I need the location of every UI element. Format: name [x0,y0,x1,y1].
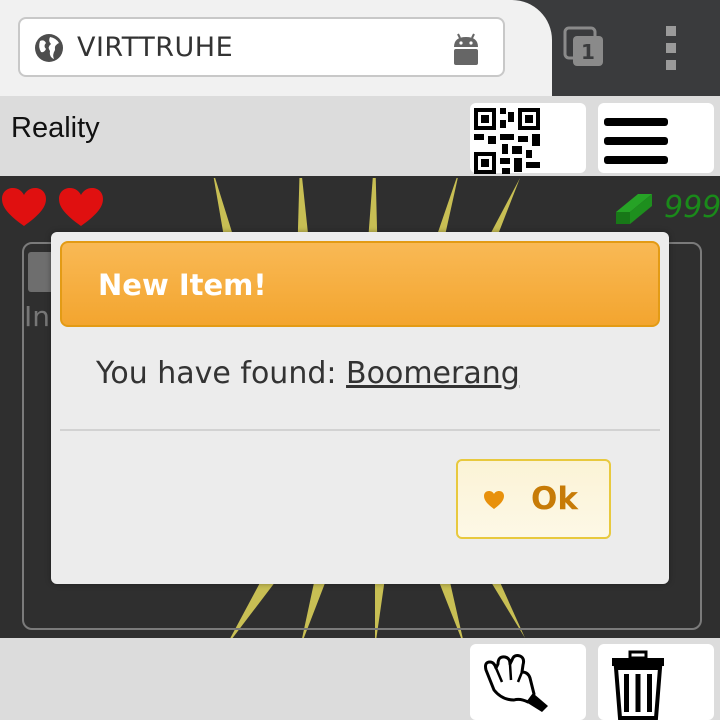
hamburger-icon [604,118,668,164]
dialog-title: New Item! [98,268,267,302]
browser-toolbar: VIRTTRUHE 1 [0,0,720,96]
url-text[interactable]: VIRTTRUHE [77,32,233,63]
trash-icon [612,650,664,720]
dialog-message: You have found: Boomerang [96,356,520,391]
tabs-icon[interactable]: 1 [563,26,605,68]
glove-hand-icon [484,654,548,712]
money-icon [616,194,652,224]
page-title: Reality [11,112,100,144]
money-value: 999 [664,190,720,225]
menu-button[interactable] [598,103,714,173]
dialog-message-text: You have found: [96,356,347,391]
use-item-button[interactable] [470,644,586,720]
overflow-menu-icon[interactable] [658,24,686,72]
app-header: Reality [0,96,720,176]
qr-scan-button[interactable] [470,103,586,174]
inventory-label: In [24,300,51,333]
ok-button-label: Ok [531,481,578,517]
trash-button[interactable] [598,644,714,720]
new-item-dialog: New Item! You have found: Boomerang Ok [51,232,669,584]
heart-icon [2,188,46,226]
tab-count: 1 [581,40,595,64]
qr-code-icon [474,108,540,174]
bottom-toolbar [0,638,720,720]
hearts-indicator [2,188,103,226]
item-name-link[interactable]: Boomerang [346,356,520,391]
heart-icon [484,491,504,509]
ok-button[interactable]: Ok [456,459,611,539]
globe-icon [35,34,63,62]
android-icon[interactable] [448,31,484,67]
dialog-header: New Item! [60,241,660,327]
divider [60,429,660,431]
heart-icon [59,188,103,226]
url-bar[interactable]: VIRTTRUHE [18,17,505,77]
browser-tab: VIRTTRUHE [0,0,552,96]
